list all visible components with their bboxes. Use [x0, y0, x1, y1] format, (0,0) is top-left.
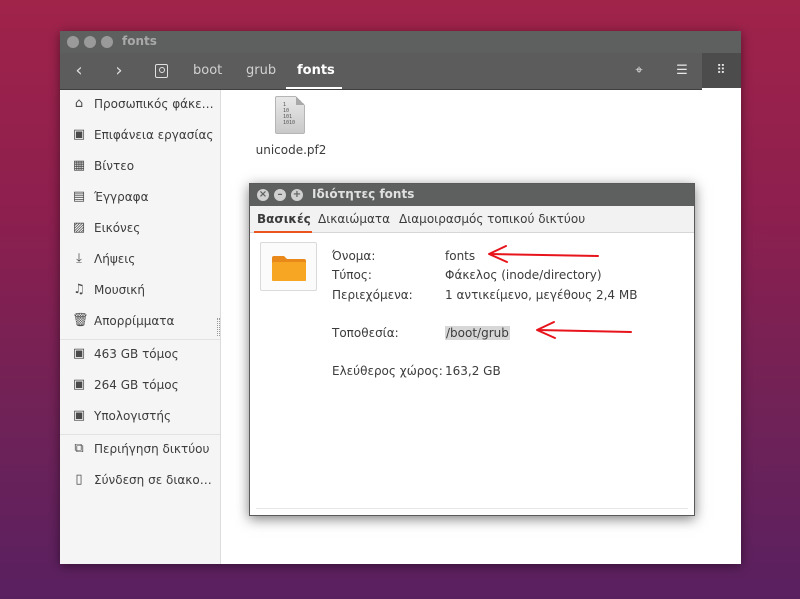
sidebar-item-music[interactable]: ♫ Μουσική	[60, 276, 220, 306]
contents-value: 1 αντικείμενο, μεγέθους 2,4 MB	[445, 288, 638, 302]
sidebar-item-label: Έγγραφα	[94, 190, 149, 204]
video-icon: ▦	[72, 158, 86, 173]
sidebar-item-videos[interactable]: ▦ Βίντεο	[60, 152, 220, 182]
sidebar-item-connect-server[interactable]: ▯ Σύνδεση σε διακομιστή	[60, 466, 220, 496]
dialog-body: Όνομα: fonts Τύπος: Φάκελος (inode/direc…	[250, 233, 694, 515]
maximize-window-button[interactable]	[101, 36, 113, 48]
music-icon: ♫	[73, 282, 85, 297]
chevron-left-icon[interactable]: ‹	[67, 60, 91, 84]
sidebar-item-volume-264[interactable]: ▣ 264 GB τόμος	[60, 371, 220, 401]
desktop-icon: ▣	[72, 127, 86, 142]
sidebar-item-label: Λήψεις	[94, 252, 136, 266]
free-space-label: Ελεύθερος χώρος:	[332, 364, 443, 378]
close-dialog-button[interactable]: ×	[257, 189, 269, 201]
type-label: Τύπος:	[332, 268, 372, 282]
location-icon[interactable]: ⌖	[630, 62, 648, 80]
sidebar-item-label: Επιφάνεια εργασίας	[94, 128, 214, 142]
location-label: Τοποθεσία:	[332, 326, 399, 340]
sidebar-item-home[interactable]: ⌂ Προσωπικός φάκελος	[60, 90, 220, 120]
server-icon: ▯	[75, 472, 83, 487]
folder-icon	[272, 256, 306, 281]
window-titlebar[interactable]: fonts	[60, 31, 741, 53]
sidebar-item-computer[interactable]: ▣ Υπολογιστής	[60, 402, 220, 432]
sidebar-item-network[interactable]: ⧉ Περιήγηση δικτύου	[60, 435, 220, 465]
active-crumb-indicator	[286, 87, 342, 89]
contents-label: Περιεχόμενα:	[332, 288, 413, 302]
minimize-window-button[interactable]	[84, 36, 96, 48]
file-name: unicode.pf2	[255, 143, 327, 157]
sidebar-item-pictures[interactable]: ▨ Εικόνες	[60, 214, 220, 244]
sidebar-item-label: Υπολογιστής	[94, 409, 171, 423]
minimize-dialog-button[interactable]: –	[274, 189, 286, 201]
tab-basic[interactable]: Βασικές	[257, 212, 311, 226]
trash-icon: 🗑	[72, 313, 89, 328]
location-icon[interactable]	[155, 64, 168, 78]
dialog-title: Ιδιότητες fonts	[312, 187, 415, 201]
annotation-arrow-name	[488, 245, 599, 263]
network-icon: ⧉	[74, 441, 84, 456]
annotation-arrow-location	[536, 321, 632, 339]
sidebar-item-label: Προσωπικός φάκελος	[94, 97, 216, 111]
location-value[interactable]: /boot/grub	[445, 326, 510, 340]
tab-local-network-share[interactable]: Διαμοιρασμός τοπικού δικτύου	[399, 212, 585, 226]
breadcrumb-boot[interactable]: boot	[193, 63, 222, 78]
sidebar-item-label: Περιήγηση δικτύου	[94, 442, 210, 456]
folder-icon-button[interactable]	[260, 242, 317, 291]
pictures-icon: ▨	[72, 220, 86, 235]
file-item[interactable]: 1 10 101 1010 unicode.pf2	[251, 96, 331, 166]
properties-dialog: × – + Ιδιότητες fonts Βασικές Δικαιώματα…	[249, 183, 695, 516]
binary-file-icon: 1 10 101 1010	[275, 96, 305, 134]
dialog-tabs: Βασικές Δικαιώματα Διαμοιρασμός τοπικού …	[250, 206, 694, 233]
breadcrumb-grub[interactable]: grub	[246, 63, 276, 78]
sidebar-item-volume-463[interactable]: ▣ 463 GB τόμος	[60, 340, 220, 370]
downloads-icon: ⤓	[76, 251, 82, 266]
maximize-dialog-button[interactable]: +	[291, 189, 303, 201]
sidebar: ⌂ Προσωπικός φάκελος ▣ Επιφάνεια εργασία…	[60, 90, 221, 564]
dialog-titlebar[interactable]: × – + Ιδιότητες fonts	[250, 184, 694, 206]
sidebar-item-label: Μουσική	[94, 283, 145, 297]
document-icon: ▤	[72, 189, 86, 204]
sidebar-item-documents[interactable]: ▤ Έγγραφα	[60, 183, 220, 213]
sidebar-item-label: Εικόνες	[94, 221, 141, 235]
grid-view-icon[interactable]: ⠿	[712, 62, 730, 80]
dialog-divider	[256, 508, 688, 509]
sidebar-item-label: Απορρίμματα	[94, 314, 175, 328]
toolbar: ‹ › boot grub fonts ⌖ ☰ ⠿	[60, 53, 741, 90]
chevron-right-icon[interactable]: ›	[107, 60, 131, 84]
type-value: Φάκελος (inode/directory)	[445, 268, 602, 282]
tab-permissions[interactable]: Δικαιώματα	[318, 212, 390, 226]
close-window-button[interactable]	[67, 36, 79, 48]
home-icon: ⌂	[74, 96, 84, 111]
sidebar-item-downloads[interactable]: ⤓ Λήψεις	[60, 245, 220, 275]
name-value[interactable]: fonts	[445, 249, 475, 263]
sidebar-item-label: Σύνδεση σε διακομιστή	[94, 473, 216, 487]
sidebar-item-desktop[interactable]: ▣ Επιφάνεια εργασίας	[60, 121, 220, 151]
computer-icon: ▣	[72, 408, 86, 423]
window-title: fonts	[122, 34, 157, 48]
sidebar-item-label: Βίντεο	[94, 159, 135, 173]
sidebar-item-label: 463 GB τόμος	[94, 347, 179, 361]
list-view-icon[interactable]: ☰	[673, 62, 691, 80]
breadcrumb-fonts[interactable]: fonts	[297, 63, 335, 78]
free-space-value: 163,2 GB	[445, 364, 501, 378]
drive-icon: ▣	[72, 377, 86, 392]
name-label: Όνομα:	[332, 249, 376, 263]
sidebar-item-trash[interactable]: 🗑 Απορρίμματα	[60, 307, 220, 337]
sidebar-resize-handle[interactable]	[217, 318, 220, 336]
sidebar-item-label: 264 GB τόμος	[94, 378, 179, 392]
drive-icon: ▣	[72, 346, 86, 361]
